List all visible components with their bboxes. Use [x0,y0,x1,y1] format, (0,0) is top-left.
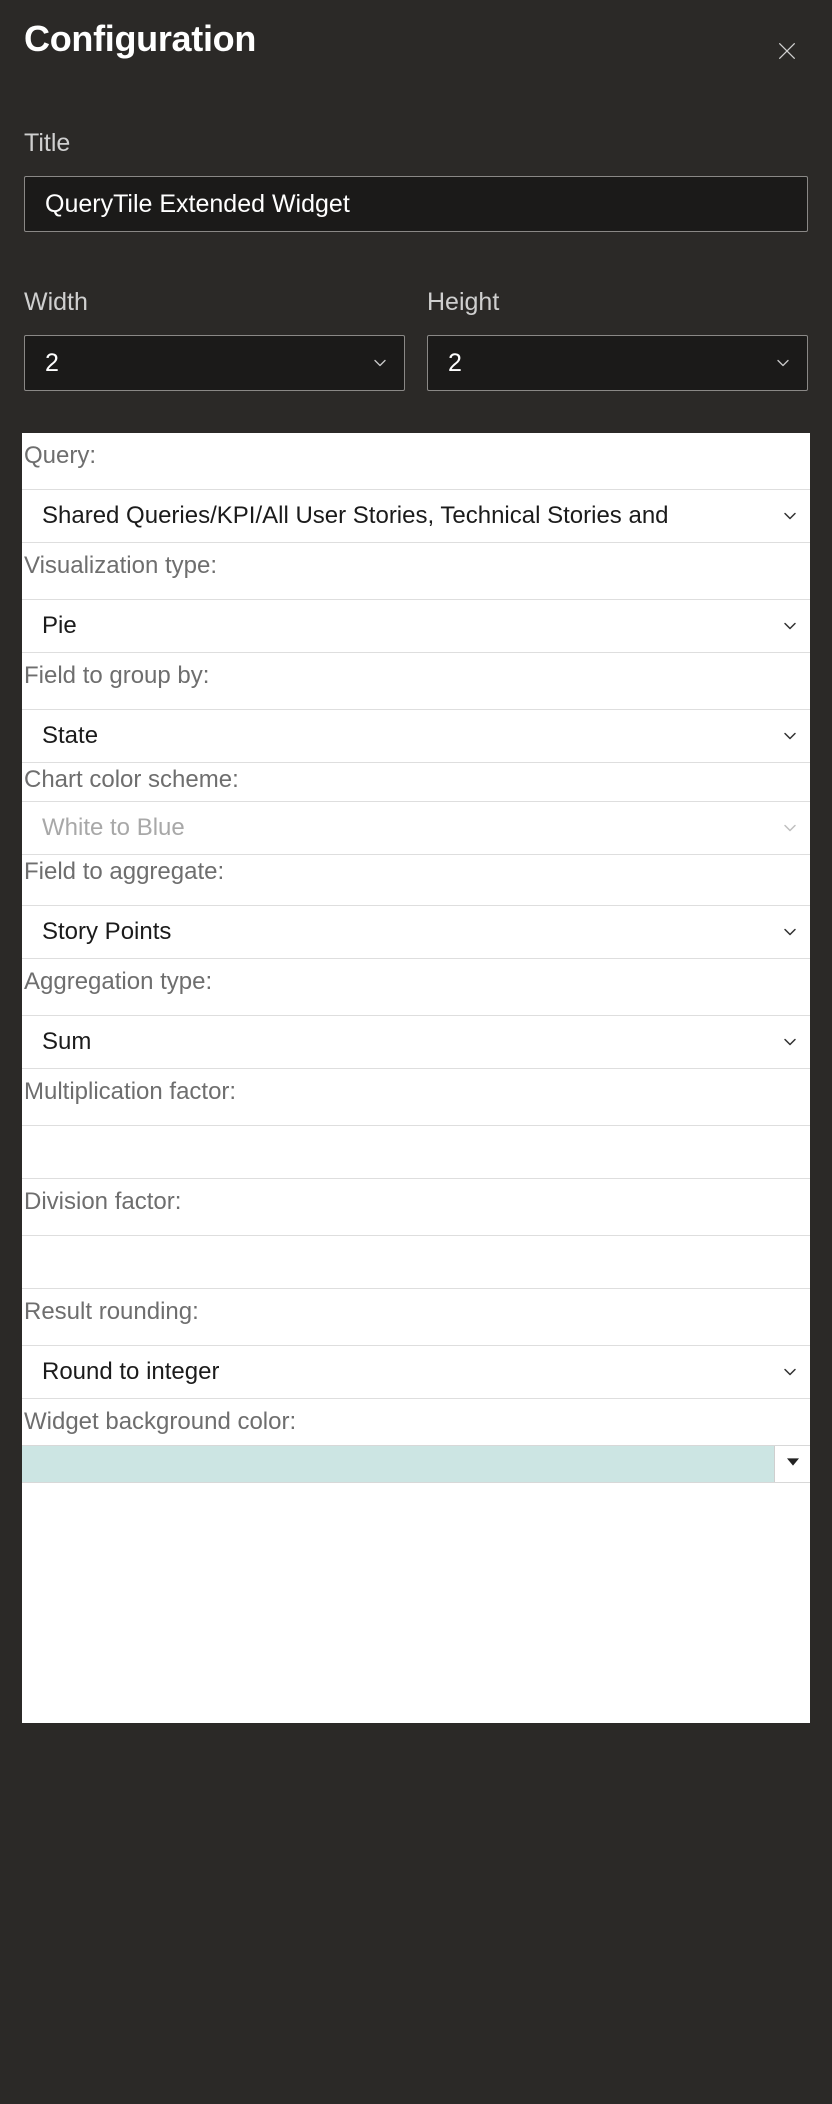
background-color-label: Widget background color: [22,1399,810,1441]
width-field-group: Width 2 [24,288,405,391]
rounding-select[interactable]: Round to integer [22,1345,810,1399]
chevron-down-icon [780,506,800,526]
width-value: 2 [45,349,59,378]
visualization-row: Visualization type: Pie [22,543,810,653]
light-config-section: Query: Shared Queries/KPI/All User Stori… [22,433,810,1723]
aggregate-field-value: Story Points [42,918,171,946]
color-scheme-label: Chart color scheme: [22,763,810,799]
group-by-select[interactable]: State [22,709,810,763]
close-icon [776,40,798,65]
aggregate-field-label: Field to aggregate: [22,855,810,891]
multiplication-label: Multiplication factor: [22,1069,810,1111]
chevron-down-icon [780,818,800,838]
height-value: 2 [448,349,462,378]
size-row: Width 2 Height 2 [24,288,808,391]
rounding-value: Round to integer [42,1358,219,1386]
chevron-down-icon [780,616,800,636]
aggregation-type-label: Aggregation type: [22,959,810,1001]
chevron-down-icon [370,353,390,373]
panel-title: Configuration [24,18,256,60]
aggregate-field-row: Field to aggregate: Story Points [22,855,810,959]
rounding-row: Result rounding: Round to integer [22,1289,810,1399]
division-row: Division factor: [22,1179,810,1289]
color-scheme-select[interactable]: White to Blue [22,801,810,855]
query-label: Query: [22,433,810,475]
aggregate-field-select[interactable]: Story Points [22,905,810,959]
division-input[interactable] [22,1235,810,1289]
rounding-label: Result rounding: [22,1289,810,1331]
visualization-label: Visualization type: [22,543,810,585]
aggregation-type-value: Sum [42,1028,91,1056]
height-label: Height [427,288,808,317]
chevron-down-icon [773,353,793,373]
multiplication-row: Multiplication factor: [22,1069,810,1179]
color-swatch [22,1446,774,1482]
color-dropdown-button[interactable] [774,1446,810,1482]
configuration-panel: Configuration Title Width 2 [0,0,832,2104]
visualization-select[interactable]: Pie [22,599,810,653]
aggregation-type-select[interactable]: Sum [22,1015,810,1069]
query-select[interactable]: Shared Queries/KPI/All User Stories, Tec… [22,489,810,543]
query-row: Query: Shared Queries/KPI/All User Stori… [22,433,810,543]
group-by-value: State [42,722,98,750]
color-scheme-value: White to Blue [42,814,185,842]
group-by-row: Field to group by: State [22,653,810,763]
query-value: Shared Queries/KPI/All User Stories, Tec… [42,502,669,530]
width-label: Width [24,288,405,317]
height-select[interactable]: 2 [427,335,808,391]
width-select[interactable]: 2 [24,335,405,391]
background-color-row: Widget background color: [22,1399,810,1483]
chevron-down-icon [780,1032,800,1052]
multiplication-input[interactable] [22,1125,810,1179]
background-color-picker[interactable] [22,1445,810,1483]
division-label: Division factor: [22,1179,810,1221]
chevron-down-icon [780,726,800,746]
title-input[interactable] [24,176,808,232]
group-by-label: Field to group by: [22,653,810,695]
caret-down-icon [787,1455,799,1473]
title-field-group: Title [24,129,808,232]
chevron-down-icon [780,1362,800,1382]
panel-header: Configuration [0,0,832,69]
color-scheme-row: Chart color scheme: White to Blue [22,763,810,855]
close-button[interactable] [772,36,802,69]
dark-config-section: Title Width 2 Height 2 [0,129,832,391]
visualization-value: Pie [42,612,77,640]
chevron-down-icon [780,922,800,942]
title-label: Title [24,129,808,158]
height-field-group: Height 2 [427,288,808,391]
aggregation-type-row: Aggregation type: Sum [22,959,810,1069]
